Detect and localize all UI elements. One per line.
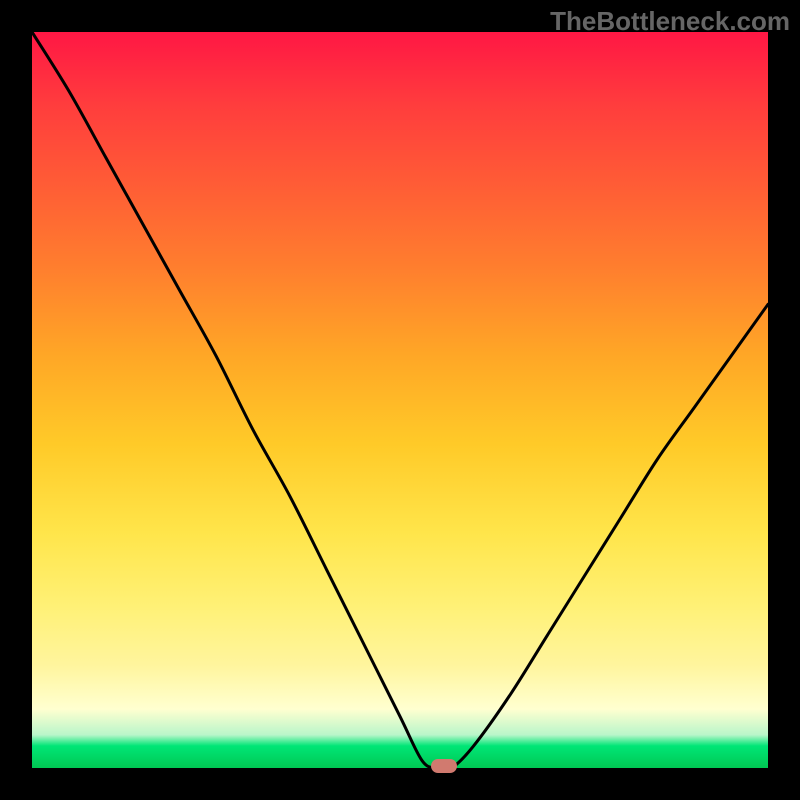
chart-container: TheBottleneck.com [0, 0, 800, 800]
plot-area [32, 32, 768, 768]
bottleneck-curve-path [32, 32, 768, 768]
line-series [32, 32, 768, 768]
optimal-point-marker [431, 759, 457, 773]
watermark-text: TheBottleneck.com [550, 6, 790, 37]
